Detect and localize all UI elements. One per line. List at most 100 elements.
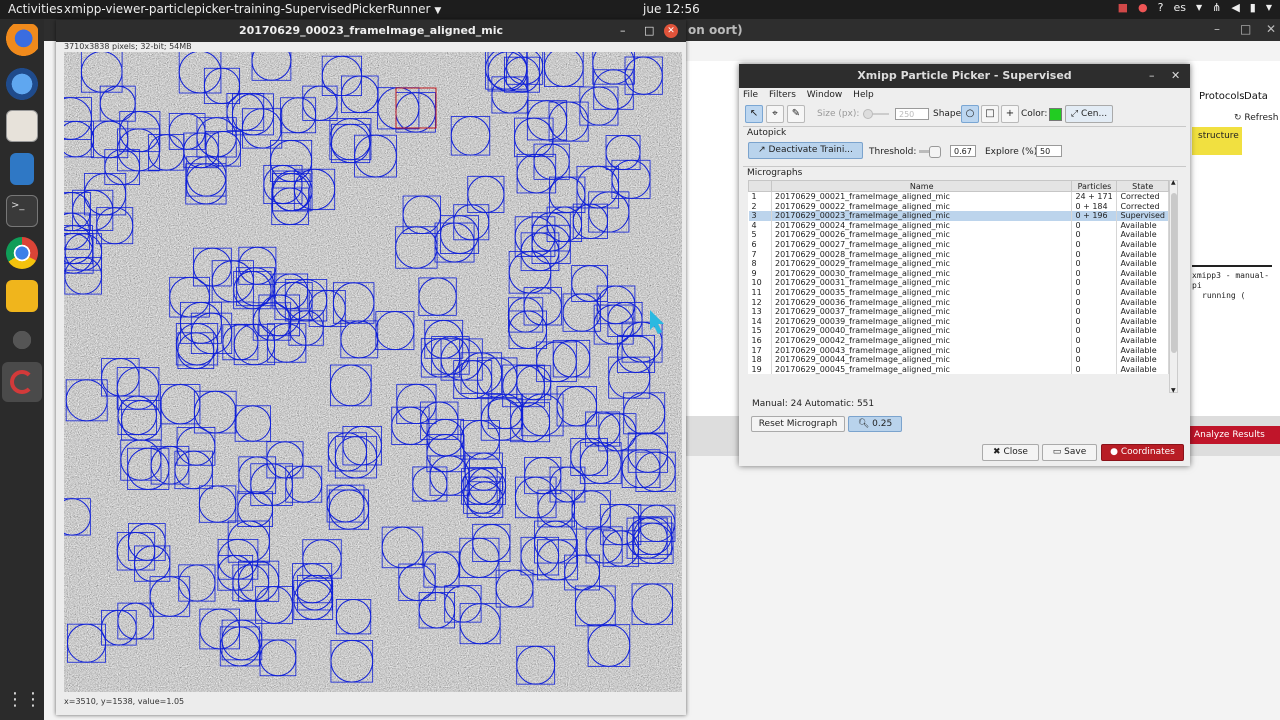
close-icon[interactable]: ✕ [1266, 22, 1276, 36]
table-scrollbar[interactable]: ▲ ▼ [1169, 179, 1178, 394]
scipion-icon[interactable] [6, 324, 38, 356]
explore-label: Explore (%): [985, 147, 1041, 157]
table-row[interactable]: 10 20170629_00031_frameImage_aligned_mic 0… [748, 278, 1169, 288]
table-row[interactable]: 1 20170629_00021_frameImage_aligned_mic 24… [748, 191, 1169, 202]
menu-protocols[interactable]: Protocols [1199, 91, 1245, 102]
table-row[interactable]: 7 20170629_00028_frameImage_aligned_mic 0 A… [748, 249, 1169, 260]
maximize-icon[interactable]: □ [644, 20, 654, 42]
minimize-icon[interactable]: – [620, 20, 626, 42]
threshold-input[interactable]: 0.67 [950, 145, 976, 157]
firefox-icon[interactable] [6, 24, 38, 56]
camera-icon[interactable]: ■ [1118, 1, 1128, 14]
center-button[interactable]: ⤢ Cen... [1065, 105, 1113, 123]
menu-help[interactable]: Help [853, 90, 874, 100]
record-icon[interactable]: ● [1138, 1, 1148, 14]
table-row[interactable]: 9 20170629_00030_frameImage_aligned_mic 0 A… [748, 268, 1169, 279]
cross-shape-button[interactable]: + [1001, 105, 1019, 123]
activities-button[interactable]: Activities [8, 2, 63, 16]
table-row[interactable]: 18 20170629_00044_frameImage_aligned_mic 0… [748, 355, 1169, 365]
color-label: Color: [1021, 109, 1048, 119]
column-header-name[interactable]: Name [770, 180, 1073, 192]
cell-index: 6 [748, 239, 772, 250]
cell-name: 20170629_00031_frameImage_aligned_mic [771, 278, 1073, 288]
table-row[interactable]: 19 20170629_00045_frameImage_aligned_mic 0… [748, 364, 1169, 375]
size-input[interactable]: 250 [895, 108, 929, 120]
battery-icon[interactable]: ▮ [1250, 1, 1256, 14]
maximize-icon[interactable]: □ [1240, 22, 1251, 36]
table-row[interactable]: 11 20170629_00035_frameImage_aligned_mic 0… [748, 287, 1169, 298]
erase-tool-button[interactable]: ✎ [787, 105, 805, 123]
cell-index: 16 [748, 335, 772, 346]
close-button[interactable]: ✖ Close [982, 444, 1039, 461]
table-row[interactable]: 13 20170629_00037_frameImage_aligned_mic 0… [748, 307, 1169, 317]
micrograph-canvas[interactable] [64, 52, 682, 692]
network-icon[interactable]: ⋔ [1212, 1, 1221, 14]
show-applications-icon[interactable]: ⋮⋮ [6, 684, 42, 716]
size-slider[interactable] [863, 109, 889, 119]
table-row[interactable]: 17 20170629_00043_frameImage_aligned_mic 0… [748, 345, 1169, 356]
circle-shape-button[interactable]: ○ [961, 105, 979, 123]
threshold-slider[interactable] [919, 146, 941, 158]
chrome-icon[interactable] [6, 237, 38, 269]
scroll-up-icon[interactable]: ▲ [1171, 179, 1176, 186]
menu-data[interactable]: Data [1244, 91, 1268, 102]
pick-tool-button[interactable]: ↖ [745, 105, 763, 123]
menu-filters[interactable]: Filters [769, 90, 796, 100]
arrows-app-icon[interactable] [6, 280, 38, 312]
table-row[interactable]: 15 20170629_00040_frameImage_aligned_mic 0… [748, 326, 1169, 336]
close-icon[interactable]: ✕ [1171, 64, 1180, 88]
refresh-button[interactable]: ↻ Refresh [1234, 113, 1278, 123]
files-icon[interactable] [6, 110, 38, 142]
column-header-index[interactable] [748, 180, 772, 192]
cell-particles: 0 + 196 [1071, 211, 1118, 221]
color-swatch[interactable] [1049, 108, 1062, 121]
cell-particles: 0 [1071, 297, 1118, 308]
table-row[interactable]: 6 20170629_00027_frameImage_aligned_mic 0 A… [748, 239, 1169, 250]
menu-file[interactable]: File [743, 90, 758, 100]
multi-pick-tool-button[interactable]: ⌖ [766, 105, 784, 123]
help-icon[interactable]: ? [1158, 1, 1164, 14]
volume-icon[interactable]: ◀ [1231, 1, 1239, 14]
table-row[interactable]: 14 20170629_00039_frameImage_aligned_mic 0… [748, 316, 1169, 327]
table-row[interactable]: 8 20170629_00029_frameImage_aligned_mic 0 A… [748, 259, 1169, 269]
minimize-icon[interactable]: – [1214, 22, 1220, 36]
table-row[interactable]: 5 20170629_00026_frameImage_aligned_mic 0 A… [748, 230, 1169, 240]
scroll-down-icon[interactable]: ▼ [1171, 387, 1176, 394]
column-header-particles[interactable]: Particles [1071, 180, 1118, 192]
thunderbird-icon[interactable] [6, 68, 38, 100]
table-row[interactable]: 16 20170629_00042_frameImage_aligned_mic 0… [748, 335, 1169, 346]
table-row[interactable]: 4 20170629_00024_frameImage_aligned_mic 0 A… [748, 220, 1169, 231]
reset-micrograph-button[interactable]: Reset Micrograph [751, 416, 845, 432]
table-row[interactable]: 12 20170629_00036_frameImage_aligned_mic 0… [748, 297, 1169, 308]
column-header-state[interactable]: State [1116, 180, 1169, 192]
menu-window[interactable]: Window [807, 90, 843, 100]
close-icon[interactable]: ✕ [664, 24, 678, 38]
writer-icon[interactable] [10, 153, 34, 185]
chevron-down-icon[interactable]: ▼ [1266, 3, 1272, 12]
cell-name: 20170629_00042_frameImage_aligned_mic [771, 335, 1073, 346]
app-menu[interactable]: xmipp-viewer-particlepicker-training-Sup… [64, 2, 441, 16]
minimize-icon[interactable]: – [1149, 64, 1155, 88]
clock[interactable]: jue 12:56 [643, 2, 700, 16]
terminal-icon[interactable]: >_ [6, 195, 38, 227]
analyze-results-button[interactable]: Analyze Results [1188, 426, 1280, 444]
deactivate-training-button[interactable]: ↗ Deactivate Traini... [748, 142, 863, 159]
table-row[interactable]: 3 20170629_00023_frameImage_aligned_mic 0 … [748, 211, 1169, 221]
coordinates-button[interactable]: ● Coordinates [1101, 444, 1184, 461]
cell-name: 20170629_00024_frameImage_aligned_mic [771, 220, 1073, 231]
chevron-down-icon[interactable]: ▼ [1196, 3, 1202, 12]
table-row[interactable]: 2 20170629_00022_frameImage_aligned_mic 0 … [748, 201, 1169, 212]
cell-particles: 0 [1071, 259, 1118, 269]
cell-index: 3 [748, 211, 772, 221]
zoom-button[interactable]: 🔍︎ 0.25 [848, 416, 902, 432]
explore-input[interactable]: 50 [1036, 145, 1062, 157]
structure-badge[interactable]: structure [1192, 127, 1242, 155]
square-shape-button[interactable]: □ [981, 105, 999, 123]
scipion-active-icon[interactable] [2, 362, 42, 402]
particle-picker-window: Xmipp Particle Picker - Supervised – ✕ F… [739, 64, 1190, 466]
save-button[interactable]: ▭ Save [1042, 444, 1097, 461]
micrographs-title: Micrographs [747, 168, 803, 178]
scrollbar-thumb[interactable] [1171, 193, 1177, 353]
cell-state: Available [1116, 259, 1169, 269]
language-indicator[interactable]: es [1173, 1, 1186, 14]
